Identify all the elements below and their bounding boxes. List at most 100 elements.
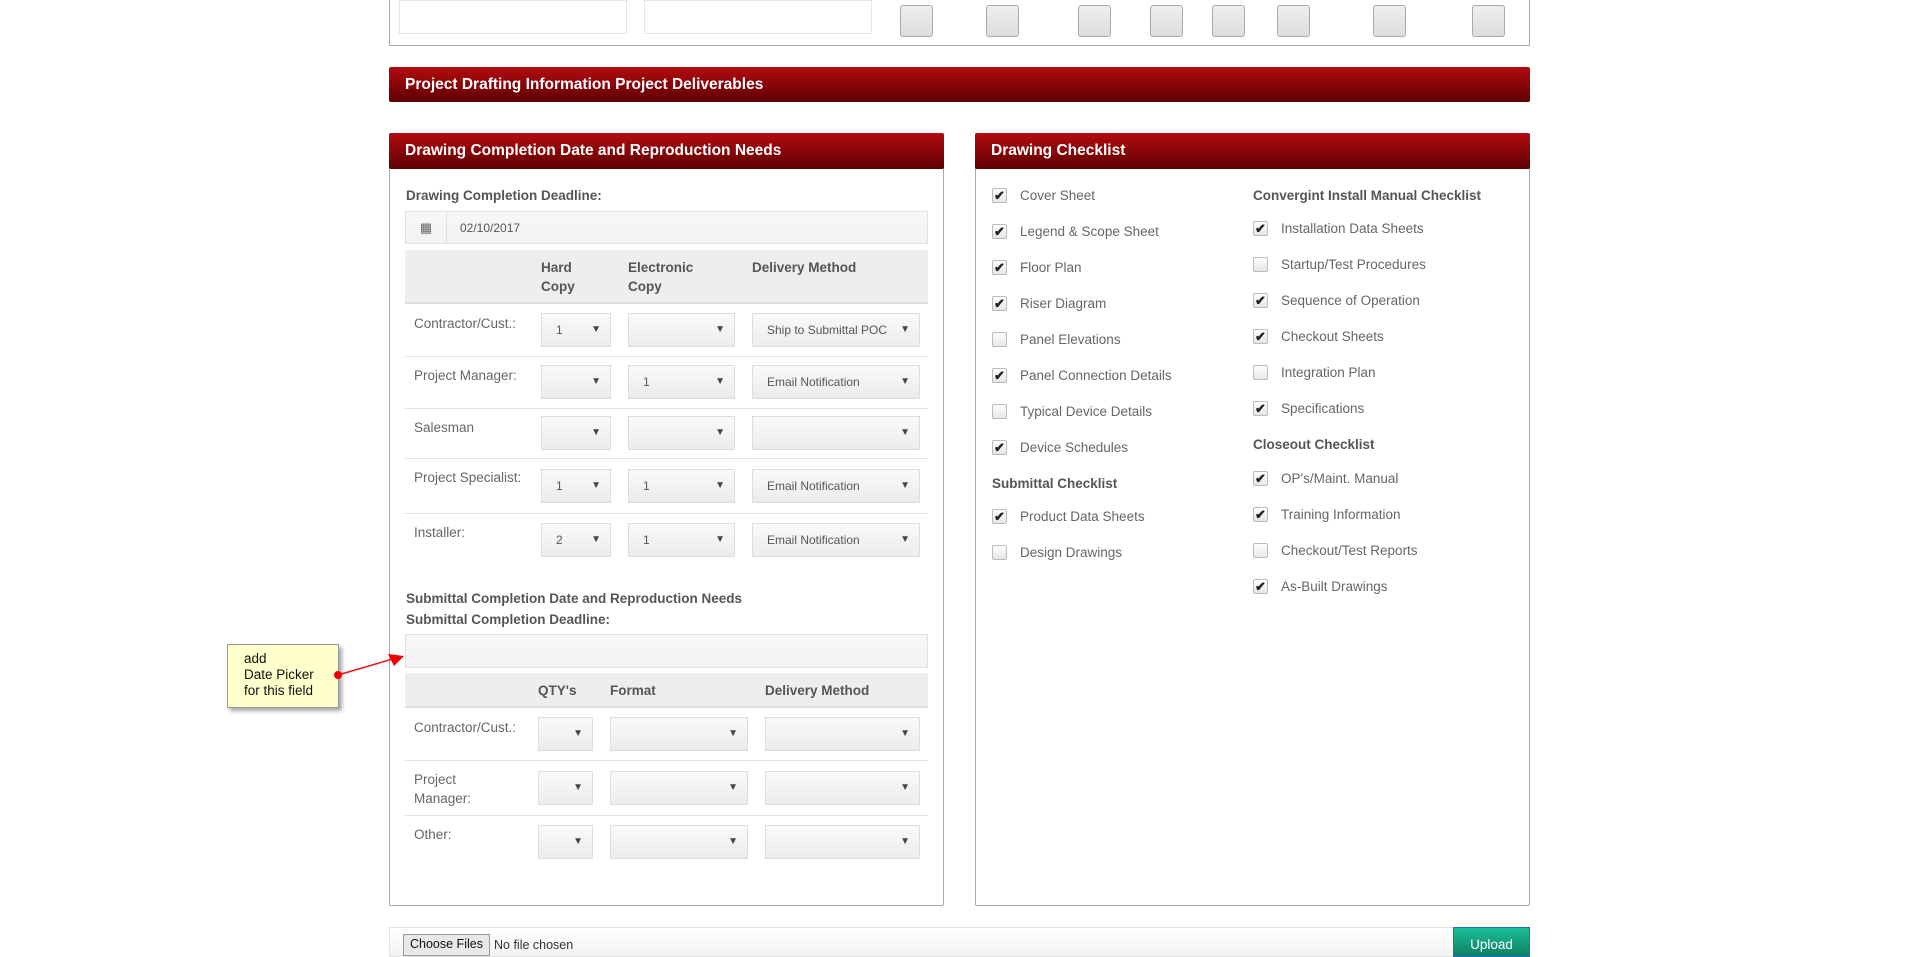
format-select[interactable]: ▼ (610, 771, 748, 805)
format-select[interactable]: ▼ (610, 825, 748, 859)
electronic-copy-select[interactable]: 1 ▼ (628, 365, 735, 399)
checkbox-unchecked[interactable] (992, 404, 1007, 419)
checkbox-checked[interactable]: ✔ (1253, 471, 1268, 486)
format-select[interactable]: ▼ (610, 717, 748, 751)
checkbox-unchecked[interactable] (1253, 543, 1268, 558)
chevron-down-icon: ▼ (715, 376, 725, 387)
top-text-input-2[interactable] (644, 0, 872, 34)
hard-copy-select[interactable]: ▼ (541, 365, 611, 399)
checklist-item[interactable]: Panel Elevations (992, 332, 1121, 347)
checklist-label: Floor Plan (1020, 260, 1082, 275)
checklist-item[interactable]: Design Drawings (992, 545, 1122, 560)
chevron-down-icon: ▼ (591, 427, 601, 438)
delivery-method-select[interactable]: Ship to Submittal POC ▼ (752, 313, 920, 347)
checklist-item[interactable]: ✔ Checkout Sheets (1253, 329, 1384, 344)
electronic-copy-select[interactable]: 1 ▼ (628, 469, 735, 503)
checkbox-checked[interactable]: ✔ (1253, 579, 1268, 594)
row-label: Salesman (414, 420, 475, 435)
upload-button[interactable]: Upload (1453, 927, 1530, 957)
calendar-icon[interactable]: ▦ (406, 212, 447, 243)
checklist-item[interactable]: ✔ Riser Diagram (992, 296, 1106, 311)
section-banner: Project Drafting Information Project Del… (389, 67, 1530, 102)
checkbox-unchecked[interactable] (1253, 257, 1268, 272)
install-checklist-heading: Convergint Install Manual Checklist (1253, 188, 1482, 203)
top-checkbox-button[interactable] (1472, 5, 1505, 37)
checkbox-checked[interactable]: ✔ (992, 188, 1007, 203)
checkbox-checked[interactable]: ✔ (992, 260, 1007, 275)
checklist-item[interactable]: ✔ Legend & Scope Sheet (992, 224, 1159, 239)
checklist-label: OP's/Maint. Manual (1281, 471, 1399, 486)
drawing-checklist-header: Drawing Checklist (975, 133, 1530, 169)
top-checkbox-button[interactable] (1373, 5, 1406, 37)
checklist-item[interactable]: ✔ As-Built Drawings (1253, 579, 1388, 594)
drawing-deadline-input[interactable]: ▦ 02/10/2017 (405, 211, 928, 244)
checklist-item[interactable]: ✔ OP's/Maint. Manual (1253, 471, 1398, 486)
select-value: 1 (643, 375, 650, 389)
delivery-method-select[interactable]: ▼ (765, 717, 920, 751)
delivery-method-select[interactable]: Email Notification ▼ (752, 523, 920, 557)
hard-copy-select[interactable]: 1 ▼ (541, 469, 611, 503)
checklist-item[interactable]: Startup/Test Procedures (1253, 257, 1426, 272)
checklist-item[interactable]: ✔ Device Schedules (992, 440, 1128, 455)
checkbox-checked[interactable]: ✔ (1253, 401, 1268, 416)
row-label: Project Manager: (414, 772, 472, 806)
delivery-method-select[interactable]: ▼ (765, 825, 920, 859)
checklist-label: Checkout Sheets (1281, 329, 1384, 344)
checkbox-unchecked[interactable] (992, 332, 1007, 347)
checklist-item[interactable]: ✔ Panel Connection Details (992, 368, 1172, 383)
top-checkbox-button[interactable] (986, 5, 1019, 37)
checkbox-checked[interactable]: ✔ (992, 440, 1007, 455)
checkbox-checked[interactable]: ✔ (992, 296, 1007, 311)
checklist-item[interactable]: ✔ Training Information (1253, 507, 1401, 522)
checklist-item[interactable]: ✔ Installation Data Sheets (1253, 221, 1424, 236)
checklist-item[interactable]: ✔ Floor Plan (992, 260, 1082, 275)
checkbox-checked[interactable]: ✔ (992, 224, 1007, 239)
checkbox-checked[interactable]: ✔ (1253, 221, 1268, 236)
top-checkbox-button[interactable] (1150, 5, 1183, 37)
delivery-method-select[interactable]: Email Notification ▼ (752, 365, 920, 399)
hard-copy-select[interactable]: 1 ▼ (541, 313, 611, 347)
checklist-label: Checkout/Test Reports (1281, 543, 1418, 558)
chevron-down-icon: ▼ (715, 534, 725, 545)
checklist-item[interactable]: ✔ Specifications (1253, 401, 1364, 416)
checkbox-checked[interactable]: ✔ (1253, 329, 1268, 344)
checklist-label: Riser Diagram (1020, 296, 1107, 311)
top-checkbox-button[interactable] (1277, 5, 1310, 37)
top-checkbox-button[interactable] (1078, 5, 1111, 37)
hard-copy-select[interactable]: ▼ (541, 416, 611, 450)
chevron-down-icon: ▼ (573, 836, 583, 847)
delivery-method-select[interactable]: ▼ (765, 771, 920, 805)
checklist-item[interactable]: Typical Device Details (992, 404, 1152, 419)
top-checkbox-button[interactable] (900, 5, 933, 37)
section-banner-title: Project Drafting Information Project Del… (405, 75, 764, 93)
delivery-method-select[interactable]: Email Notification ▼ (752, 469, 920, 503)
row-label: Contractor/Cust.: (414, 316, 517, 331)
checkbox-checked[interactable]: ✔ (1253, 293, 1268, 308)
chevron-down-icon: ▼ (728, 836, 738, 847)
select-value: 1 (556, 479, 563, 493)
choose-files-button[interactable]: Choose Files (403, 934, 490, 956)
submittal-checklist-heading: Submittal Checklist (992, 476, 1118, 491)
delivery-method-select[interactable]: ▼ (752, 416, 920, 450)
checklist-item[interactable]: ✔ Cover Sheet (992, 188, 1095, 203)
checkbox-unchecked[interactable] (992, 545, 1007, 560)
checklist-item[interactable]: ✔ Product Data Sheets (992, 509, 1145, 524)
qty-select[interactable]: ▼ (538, 825, 593, 859)
checkbox-checked[interactable]: ✔ (1253, 507, 1268, 522)
top-checkbox-button[interactable] (1212, 5, 1245, 37)
checklist-item[interactable]: ✔ Sequence of Operation (1253, 293, 1420, 308)
electronic-copy-select[interactable]: ▼ (628, 313, 735, 347)
checklist-item[interactable]: Checkout/Test Reports (1253, 543, 1418, 558)
checklist-item[interactable]: Integration Plan (1253, 365, 1376, 380)
qty-select[interactable]: ▼ (538, 717, 593, 751)
electronic-copy-select[interactable]: ▼ (628, 416, 735, 450)
submittal-deadline-input[interactable] (405, 634, 928, 668)
checkbox-checked[interactable]: ✔ (992, 509, 1007, 524)
qty-select[interactable]: ▼ (538, 771, 593, 805)
checkbox-unchecked[interactable] (1253, 365, 1268, 380)
header-delivery-method: Delivery Method (765, 683, 870, 698)
checkbox-checked[interactable]: ✔ (992, 368, 1007, 383)
top-text-input-1[interactable] (399, 0, 627, 34)
hard-copy-select[interactable]: 2 ▼ (541, 523, 611, 557)
electronic-copy-select[interactable]: 1 ▼ (628, 523, 735, 557)
